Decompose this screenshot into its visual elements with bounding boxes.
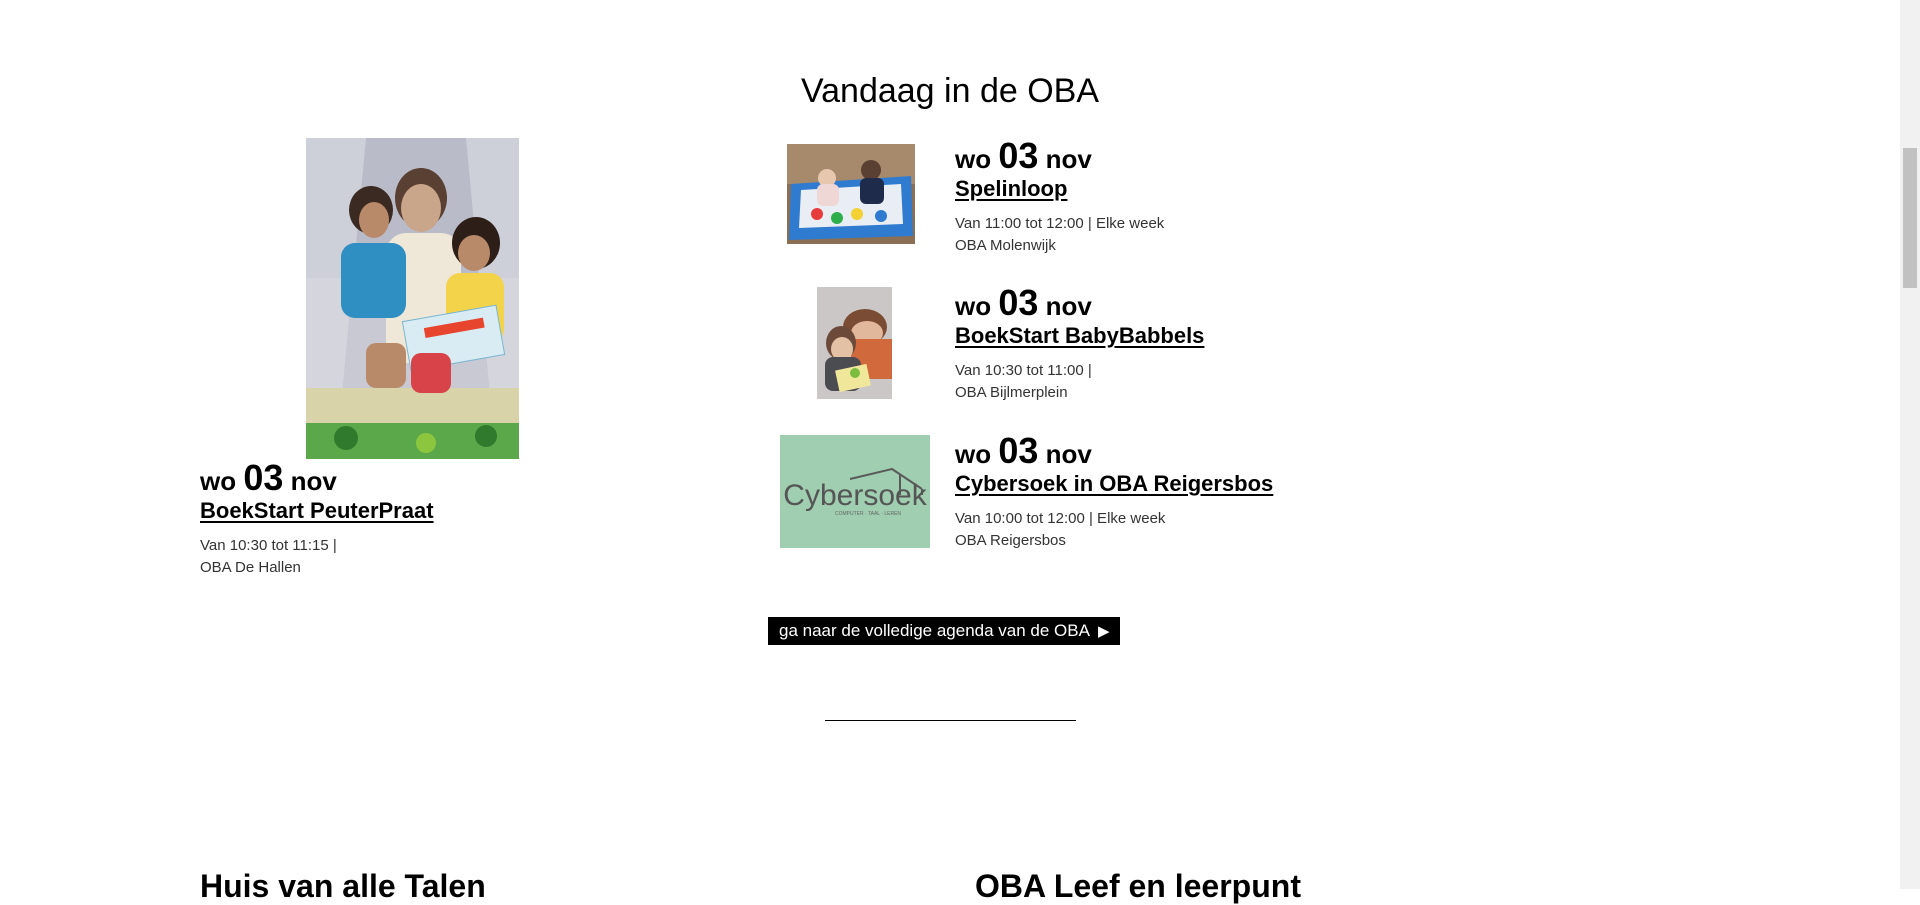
heading-oba-leef-en-leerpunt: OBA Leef en leerpunt: [975, 868, 1301, 904]
event-time: Van 10:30 tot 11:15 |: [200, 537, 337, 554]
event-item: wo 03 nov BoekStart BabyBabbels Van 10:3…: [770, 285, 1370, 407]
date-day: 03: [998, 282, 1039, 323]
date-month: nov: [1045, 144, 1092, 174]
event-time: Van 11:00 tot 12:00 | Elke week: [955, 215, 1165, 232]
date-day: 03: [998, 430, 1039, 471]
full-agenda-label: ga naar de volledige agenda van de OBA: [779, 621, 1090, 640]
event-date: wo 03 nov: [955, 138, 1375, 175]
event-date: wo 03 nov: [200, 460, 700, 497]
event-location: OBA Reigersbos: [955, 532, 1066, 549]
event-time: Van 10:00 tot 12:00 | Elke week: [955, 510, 1166, 527]
event-location: OBA Molenwijk: [955, 237, 1056, 254]
date-month: nov: [1045, 291, 1092, 321]
event-date: wo 03 nov: [955, 433, 1375, 470]
date-weekday: wo: [200, 466, 237, 496]
event-title-link[interactable]: Spelinloop: [955, 175, 1067, 203]
event-image-spelinloop[interactable]: [787, 144, 915, 244]
event-time: Van 10:30 tot 11:00 |: [955, 362, 1092, 379]
cybersoek-logo[interactable]: Cybersoek COMPUTER · TAAL · LEREN: [780, 435, 930, 548]
date-month: nov: [1045, 439, 1092, 469]
featured-event-info: wo 03 nov BoekStart PeuterPraat Van 10:3…: [200, 460, 700, 579]
date-day: 03: [998, 135, 1039, 176]
date-day: 03: [243, 457, 284, 498]
event-title-link[interactable]: Cybersoek in OBA Reigersbos: [955, 470, 1273, 498]
svg-text:COMPUTER · TAAL · LEREN: COMPUTER · TAAL · LEREN: [835, 511, 901, 517]
event-info: wo 03 nov Spelinloop Van 11:00 tot 12:00…: [955, 138, 1375, 257]
event-location: OBA De Hallen: [200, 559, 301, 576]
heading-huis-van-alle-talen: Huis van alle Talen: [200, 868, 486, 904]
svg-text:Cybersoek: Cybersoek: [783, 479, 927, 512]
event-info: wo 03 nov Cybersoek in OBA Reigersbos Va…: [955, 433, 1375, 552]
play-arrow-icon: ▶: [1097, 623, 1110, 640]
event-image-peuterpraat[interactable]: [306, 138, 519, 459]
scrollbar-thumb[interactable]: [1903, 148, 1917, 288]
date-weekday: wo: [955, 291, 992, 321]
event-title-link[interactable]: BoekStart PeuterPraat: [200, 497, 434, 525]
event-info: wo 03 nov BoekStart BabyBabbels Van 10:3…: [955, 285, 1375, 404]
event-location: OBA Bijlmerplein: [955, 384, 1068, 401]
section-title: Vandaag in de OBA: [800, 72, 1100, 110]
full-agenda-button[interactable]: ga naar de volledige agenda van de OBA ▶: [768, 617, 1120, 645]
event-title-link[interactable]: BoekStart BabyBabbels: [955, 322, 1204, 350]
date-weekday: wo: [955, 439, 992, 469]
date-weekday: wo: [955, 144, 992, 174]
date-month: nov: [290, 466, 337, 496]
event-image-babybabbels[interactable]: [817, 287, 892, 399]
vertical-scrollbar[interactable]: [1900, 0, 1920, 889]
section-divider: [825, 720, 1076, 721]
event-date: wo 03 nov: [955, 285, 1375, 322]
page: Vandaag in de OBA wo 03 nov BoekStart Pe…: [0, 0, 1900, 904]
event-item: wo 03 nov Spelinloop Van 11:00 tot 12:00…: [770, 138, 1370, 260]
event-item: Cybersoek COMPUTER · TAAL · LEREN wo 03 …: [770, 433, 1370, 555]
